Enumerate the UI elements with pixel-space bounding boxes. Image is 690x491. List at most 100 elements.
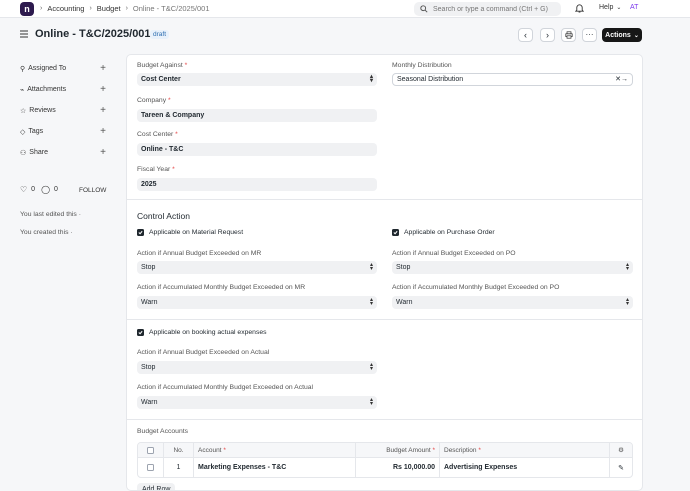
comment-icon[interactable]: ◯	[41, 185, 50, 194]
annual-po-select[interactable]: Stop ▴ ▾	[392, 261, 633, 274]
previous-button[interactable]: ‹	[518, 28, 533, 42]
section-title: Control Action	[137, 211, 190, 221]
chevron-right-icon: ›	[89, 5, 92, 12]
table-row[interactable]: 1 Marketing Expenses - T&C Rs 10,000.00 …	[138, 458, 632, 477]
checkmark-icon	[137, 229, 144, 236]
actions-button[interactable]: Actions ⌄	[602, 28, 642, 42]
plus-icon[interactable]: +	[100, 84, 106, 95]
account-cell[interactable]: Marketing Expenses - T&C	[194, 458, 356, 477]
monthly-mr-label: Action if Accumulated Monthly Budget Exc…	[137, 284, 306, 291]
plus-icon[interactable]: +	[100, 126, 106, 137]
menu-icon[interactable]	[20, 30, 28, 38]
breadcrumb-budget[interactable]: Budget	[97, 4, 121, 13]
share-icon: ⚇	[20, 149, 27, 157]
column-amount: Budget Amount *	[356, 443, 440, 457]
company-field[interactable]: Tareen & Company	[137, 109, 377, 122]
sidebar-item-reviews[interactable]: ☆ Reviews +	[20, 100, 106, 121]
clear-link-icon[interactable]: ✕→	[615, 75, 628, 83]
add-row-button[interactable]: Add Row	[137, 483, 176, 490]
budget-against-select[interactable]: Cost Center ▴ ▾	[137, 73, 377, 86]
print-button[interactable]	[561, 28, 576, 42]
applicable-mr-checkbox[interactable]: Applicable on Material Request	[137, 229, 243, 236]
more-button[interactable]: ···	[582, 28, 597, 42]
actual-expenses-section: Applicable on booking actual expenses Ac…	[127, 320, 642, 420]
sidebar-item-attachments[interactable]: ⌁ Attachments +	[20, 79, 106, 100]
last-edited-note: You last edited this ·	[20, 211, 81, 218]
sidebar-item-label: Attachments	[27, 86, 67, 93]
checkbox-icon	[147, 464, 154, 471]
select-caret-icon: ▴ ▾	[369, 297, 373, 307]
app-logo[interactable]: n	[20, 2, 34, 16]
monthly-po-select[interactable]: Warn ▴ ▾	[392, 296, 633, 309]
search-input[interactable]	[433, 5, 558, 13]
plus-icon[interactable]: +	[100, 147, 106, 158]
edit-row-icon[interactable]: ✎	[610, 458, 632, 477]
follow-button[interactable]: FOLLOW	[79, 187, 106, 194]
sidebar-item-share[interactable]: ⚇ Share +	[20, 142, 106, 163]
row-number: 1	[164, 458, 194, 477]
select-caret-icon: ▴ ▾	[369, 262, 373, 272]
cost-center-label: Cost Center *	[137, 131, 178, 138]
monthly-mr-select[interactable]: Warn ▴ ▾	[137, 296, 377, 309]
checkmark-icon	[392, 229, 399, 236]
star-icon: ☆	[20, 107, 27, 115]
control-action-section: Control Action Applicable on Material Re…	[127, 200, 642, 320]
avatar[interactable]: AT	[630, 4, 638, 11]
search-bar[interactable]	[414, 2, 561, 16]
status-badge: draft	[150, 30, 170, 39]
select-caret-icon: ▴ ▾	[625, 297, 629, 307]
row-checkbox[interactable]	[138, 458, 164, 477]
select-value: Stop	[396, 264, 411, 271]
next-button[interactable]: ›	[540, 28, 555, 42]
sidebar-item-assigned-to[interactable]: ⚲ Assigned To +	[20, 58, 106, 79]
annual-actual-select[interactable]: Stop ▴ ▾	[137, 361, 377, 374]
select-caret-icon: ▴ ▾	[369, 74, 373, 84]
sidebar-item-label: Reviews	[29, 107, 56, 114]
page-header: Online - T&C/2025/001 draft ‹ › ··· Acti…	[0, 24, 690, 46]
cost-center-field[interactable]: Online - T&C	[137, 143, 377, 156]
annual-mr-label: Action if Annual Budget Exceeded on MR	[137, 250, 262, 257]
printer-icon	[564, 31, 573, 39]
help-menu[interactable]: Help ⌄	[599, 4, 621, 11]
comment-count: 0	[54, 186, 58, 193]
settings-icon[interactable]: ⚙	[610, 443, 632, 457]
fiscal-year-label: Fiscal Year *	[137, 166, 175, 173]
bell-icon[interactable]	[575, 3, 584, 13]
budget-accounts-table: No. Account * Budget Amount * Descriptio…	[137, 442, 633, 478]
fiscal-year-field[interactable]: 2025	[137, 178, 377, 191]
tag-icon: ◇	[20, 128, 26, 136]
select-caret-icon: ▴ ▾	[369, 397, 373, 407]
plus-icon[interactable]: +	[100, 63, 106, 74]
annual-mr-select[interactable]: Stop ▴ ▾	[137, 261, 377, 274]
page-title: Online - T&C/2025/001	[35, 28, 151, 40]
sidebar-item-label: Share	[29, 149, 48, 156]
sidebar-item-label: Assigned To	[28, 65, 67, 72]
checkbox-label: Applicable on Material Request	[149, 229, 244, 236]
paperclip-icon: ⌁	[20, 86, 25, 94]
amount-cell[interactable]: Rs 10,000.00	[356, 458, 440, 477]
select-all-checkbox[interactable]	[138, 443, 164, 457]
applicable-po-checkbox[interactable]: Applicable on Purchase Order	[392, 229, 495, 236]
annual-po-label: Action if Annual Budget Exceeded on PO	[392, 250, 516, 257]
column-account: Account *	[194, 443, 356, 457]
select-caret-icon: ▴ ▾	[369, 362, 373, 372]
column-description: Description *	[440, 443, 610, 457]
breadcrumb-accounting[interactable]: Accounting	[47, 4, 84, 13]
applicable-actual-checkbox[interactable]: Applicable on booking actual expenses	[137, 329, 267, 336]
sidebar-item-tags[interactable]: ◇ Tags +	[20, 121, 106, 142]
chevron-left-icon: ‹	[524, 30, 527, 40]
more-icon: ···	[585, 30, 594, 39]
checkbox-icon	[147, 446, 154, 454]
budget-against-label: Budget Against *	[137, 62, 188, 69]
help-label: Help	[599, 4, 614, 11]
checkbox-label: Applicable on booking actual expenses	[149, 329, 267, 336]
breadcrumb: › Accounting › Budget › Online - T&C/202…	[40, 4, 210, 13]
monthly-po-label: Action if Accumulated Monthly Budget Exc…	[392, 284, 560, 291]
monthly-distribution-field[interactable]: Seasonal Distribution ✕→	[392, 73, 633, 86]
created-note: You created this ·	[20, 229, 73, 236]
select-caret-icon: ▴ ▾	[625, 262, 629, 272]
monthly-actual-select[interactable]: Warn ▴ ▾	[137, 396, 377, 409]
description-cell[interactable]: Advertising Expenses	[440, 458, 610, 477]
heart-icon[interactable]: ♡	[20, 185, 27, 194]
plus-icon[interactable]: +	[100, 105, 106, 116]
